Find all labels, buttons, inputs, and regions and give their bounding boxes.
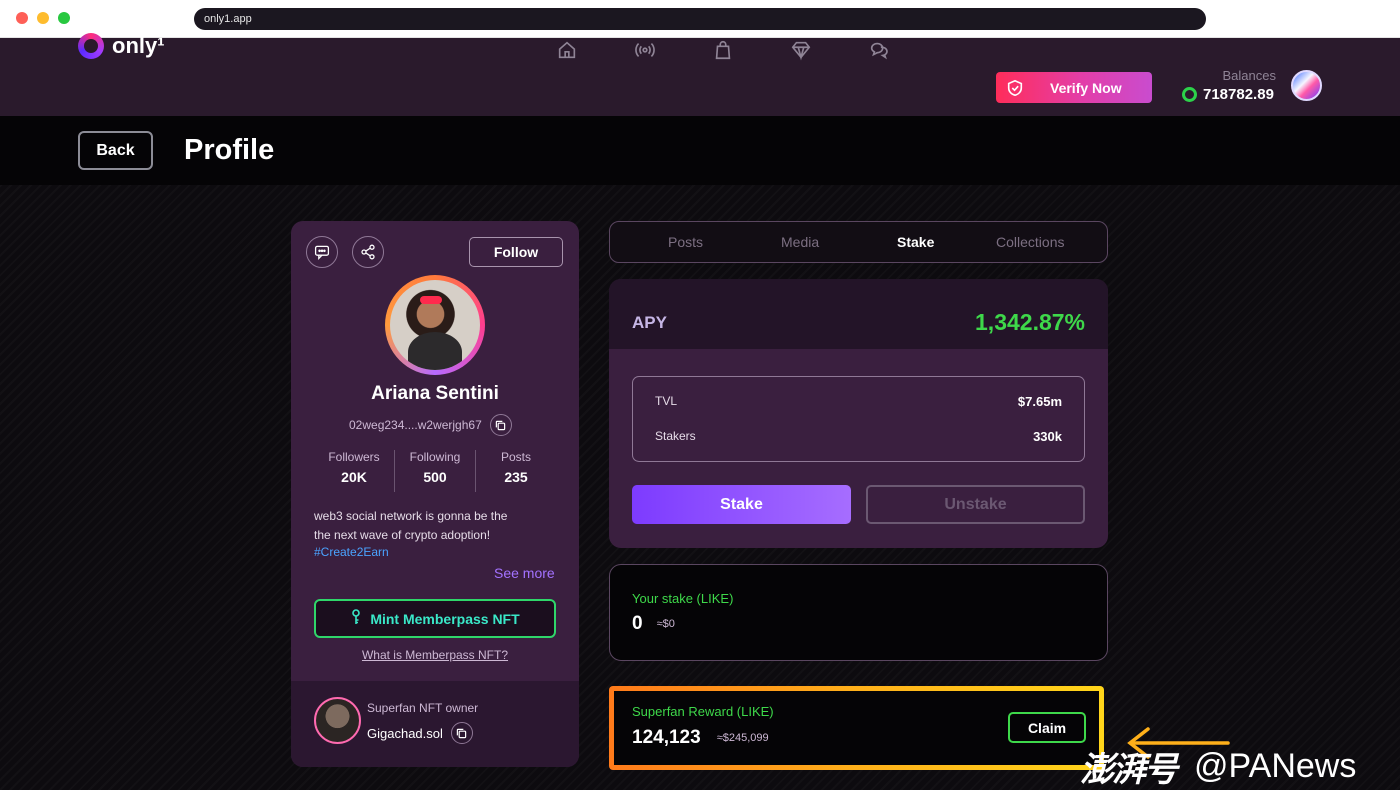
watermark-cn: 澎湃号 xyxy=(1080,751,1178,789)
bio-line: web3 social network is gonna be the xyxy=(314,509,508,523)
main-nav xyxy=(528,36,918,64)
your-stake-value: 0 xyxy=(632,613,643,634)
profile-name: Ariana Sentini xyxy=(371,383,499,404)
profile-avatar xyxy=(385,275,485,375)
reward-label: Superfan Reward (LIKE) xyxy=(632,704,774,719)
profile-bio: web3 social network is gonna be the the … xyxy=(314,507,554,545)
pool-stats-box: TVL $7.65m Stakers 330k xyxy=(632,376,1085,462)
stat-value: 500 xyxy=(423,469,447,485)
follow-button[interactable]: Follow xyxy=(469,237,563,267)
shield-check-icon xyxy=(1006,79,1024,97)
stat-label: Following xyxy=(409,450,461,464)
owner-name-row: Gigachad.sol xyxy=(367,722,473,744)
share-button[interactable] xyxy=(352,236,384,268)
profile-stats: Followers 20K Following 500 Posts 235 xyxy=(314,450,556,492)
chat-icon xyxy=(314,245,330,260)
mint-memberpass-button[interactable]: Mint Memberpass NFT xyxy=(314,599,556,638)
copy-icon xyxy=(496,420,506,430)
balances-amount: 718782.89 xyxy=(1203,86,1274,103)
nav-live[interactable] xyxy=(606,36,684,64)
stakers-label: Stakers xyxy=(655,429,696,443)
glasses-detail xyxy=(420,296,442,304)
watermark: 澎湃号 @PANews xyxy=(1080,742,1356,790)
stat-value: 235 xyxy=(504,469,528,485)
tvl-value: $7.65m xyxy=(1017,394,1062,409)
unstake-button[interactable]: Unstake xyxy=(866,485,1085,524)
tab-collections[interactable]: Collections xyxy=(996,234,1064,250)
back-button[interactable]: Back xyxy=(78,131,153,170)
stat-posts[interactable]: Posts 235 xyxy=(475,450,556,492)
minimize-window-button[interactable] xyxy=(37,12,49,24)
your-stake-card: Your stake (LIKE) 0 ≈$0 xyxy=(609,564,1108,661)
diamond-icon xyxy=(791,41,811,61)
live-broadcast-icon xyxy=(635,43,655,57)
profile-photo xyxy=(390,280,480,370)
key-icon xyxy=(350,609,362,628)
watermark-en: @PANews xyxy=(1194,747,1357,785)
owner-name[interactable]: Gigachad.sol xyxy=(367,726,443,741)
tab-stake[interactable]: Stake xyxy=(897,234,934,250)
address-bar[interactable]: only1.app xyxy=(194,8,1206,30)
verify-now-label: Verify Now xyxy=(1050,79,1122,96)
logo-text: only¹ xyxy=(112,33,165,58)
bio-line: the next wave of crypto adoption! xyxy=(314,528,491,542)
stat-label: Followers xyxy=(328,450,380,464)
bio-hashtag[interactable]: #Create2Earn xyxy=(314,545,389,559)
copy-owner-button[interactable] xyxy=(450,722,473,744)
apy-header: APY 1,342.87% xyxy=(609,279,1108,349)
apy-label: APY xyxy=(632,313,667,332)
chat-bubbles-icon xyxy=(870,42,888,60)
share-icon xyxy=(361,244,375,260)
stakers-row: Stakers 330k xyxy=(655,429,1062,444)
mint-memberpass-label: Mint Memberpass NFT xyxy=(370,610,520,627)
verify-now-button[interactable]: Verify Now xyxy=(996,72,1152,103)
owner-label: Superfan NFT owner xyxy=(367,701,479,715)
claim-button[interactable]: Claim xyxy=(1008,712,1086,743)
see-more-link[interactable]: See more xyxy=(494,565,555,581)
your-stake-value-row: 0 ≈$0 xyxy=(632,613,675,635)
user-avatar[interactable] xyxy=(1291,70,1322,101)
tvl-row: TVL $7.65m xyxy=(655,394,1062,409)
coin-icon xyxy=(1182,87,1197,102)
stake-button[interactable]: Stake xyxy=(632,485,851,524)
balances-value: 718782.89 xyxy=(1182,86,1274,103)
nav-home[interactable] xyxy=(528,36,606,64)
tvl-label: TVL xyxy=(655,394,678,408)
nav-messages[interactable] xyxy=(840,36,918,64)
logo-ring-icon xyxy=(78,33,104,59)
reward-value-row: 124,123 ≈$245,099 xyxy=(632,727,769,749)
shopping-bag-icon xyxy=(715,40,731,60)
close-window-button[interactable] xyxy=(16,12,28,24)
reward-value: 124,123 xyxy=(632,727,701,748)
logo[interactable]: only¹ xyxy=(78,32,165,60)
stat-following[interactable]: Following 500 xyxy=(394,450,475,492)
wallet-address-row: 02weg234....w2werjgh67 xyxy=(349,414,512,436)
owner-avatar[interactable] xyxy=(314,697,361,744)
reward-usd: ≈$245,099 xyxy=(716,732,769,744)
tab-media[interactable]: Media xyxy=(781,234,819,250)
wallet-address: 02weg234....w2werjgh67 xyxy=(349,418,482,432)
stakers-value: 330k xyxy=(1033,429,1062,444)
browser-chrome: only1.app xyxy=(0,0,1400,38)
nav-nft[interactable] xyxy=(762,36,840,64)
balances-label: Balances xyxy=(1222,68,1276,83)
copy-address-button[interactable] xyxy=(489,414,512,436)
stat-label: Posts xyxy=(500,450,531,464)
maximize-window-button[interactable] xyxy=(58,12,70,24)
nav-shop[interactable] xyxy=(684,36,762,64)
page-title: Profile xyxy=(184,134,275,166)
profile-tabs: Posts Media Stake Collections xyxy=(609,221,1108,263)
what-is-memberpass-link[interactable]: What is Memberpass NFT? xyxy=(291,648,579,662)
apy-value: 1,342.87% xyxy=(975,309,1085,335)
message-button[interactable] xyxy=(306,236,338,268)
stat-followers[interactable]: Followers 20K xyxy=(314,450,394,492)
tab-posts[interactable]: Posts xyxy=(668,234,703,250)
copy-icon xyxy=(457,728,467,738)
your-stake-label: Your stake (LIKE) xyxy=(632,591,734,606)
stat-value: 20K xyxy=(341,469,367,485)
your-stake-usd: ≈$0 xyxy=(656,618,675,630)
home-icon xyxy=(558,41,576,59)
